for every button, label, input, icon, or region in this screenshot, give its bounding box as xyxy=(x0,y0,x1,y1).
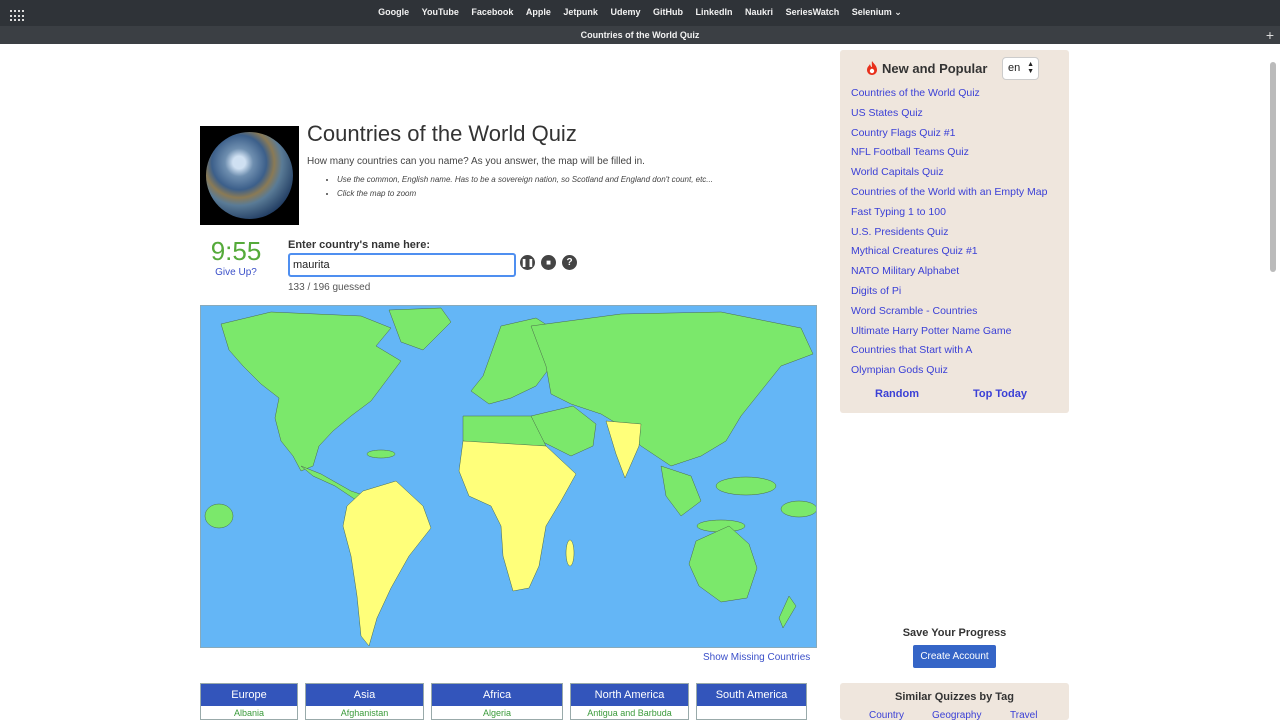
country-answer-input[interactable] xyxy=(288,253,516,277)
quiz-link[interactable]: Ultimate Harry Potter Name Game xyxy=(851,325,1047,345)
continent-name: Asia xyxy=(306,684,423,706)
quiz-link[interactable]: NFL Football Teams Quiz xyxy=(851,146,1047,166)
central-america-region xyxy=(300,465,367,503)
page-scrollbar[interactable] xyxy=(1270,62,1276,272)
bookmark-jetpunk[interactable]: Jetpunk xyxy=(563,7,598,17)
tag-link-geography[interactable]: Geography xyxy=(932,710,981,721)
southeast-asia-region xyxy=(660,465,702,517)
country-item: Albania xyxy=(233,708,265,718)
pause-icon[interactable]: ❚❚ xyxy=(520,255,535,270)
guess-counter: 133 / 196 guessed xyxy=(288,282,371,293)
language-select[interactable]: en ▲ ▼ xyxy=(1002,57,1039,80)
stop-icon[interactable]: ■ xyxy=(541,255,556,270)
page-title: Countries of the World Quiz xyxy=(307,121,577,146)
quiz-description: How many countries can you name? As you … xyxy=(307,156,645,167)
bookmark-facebook[interactable]: Facebook xyxy=(471,7,513,17)
input-label: Enter country's name here: xyxy=(288,239,430,251)
africa-region xyxy=(458,440,577,592)
give-up-link[interactable]: Give Up? xyxy=(205,267,267,278)
pacific-island-region xyxy=(204,503,234,529)
continent-name: South America xyxy=(697,684,806,706)
quiz-link[interactable]: U.S. Presidents Quiz xyxy=(851,226,1047,246)
continent-tab-africa[interactable]: Africa Algeria xyxy=(431,683,563,720)
quiz-notes: Use the common, English name. Has to be … xyxy=(337,175,713,203)
bookmarks-bar: Google YouTube Facebook Apple Jetpunk Ud… xyxy=(0,7,1280,18)
quiz-link[interactable]: Fast Typing 1 to 100 xyxy=(851,206,1047,226)
save-progress-heading: Save Your Progress xyxy=(902,627,1007,639)
continent-name: North America xyxy=(571,684,688,706)
north-america-region xyxy=(220,311,402,472)
sidebar-title: New and Popular xyxy=(882,61,988,76)
show-missing-countries-link[interactable]: Show Missing Countries xyxy=(703,652,810,663)
continent-tab-north-america[interactable]: North America Antigua and Barbuda xyxy=(570,683,689,720)
tag-link-travel[interactable]: Travel xyxy=(1010,710,1037,721)
quiz-link[interactable]: World Capitals Quiz xyxy=(851,166,1047,186)
note-item: Use the common, English name. Has to be … xyxy=(337,175,713,184)
caribbean-region xyxy=(366,449,396,459)
note-item: Click the map to zoom xyxy=(337,189,713,198)
bookmark-youtube[interactable]: YouTube xyxy=(422,7,459,17)
quiz-link[interactable]: Countries of the World Quiz xyxy=(851,87,1047,107)
continent-tab-europe[interactable]: Europe Albania xyxy=(200,683,298,720)
browser-toolbar: Google YouTube Facebook Apple Jetpunk Ud… xyxy=(0,0,1280,44)
bookmark-google[interactable]: Google xyxy=(378,7,409,17)
countdown-timer: 9:55 xyxy=(210,236,262,266)
new-tab-plus-icon[interactable]: + xyxy=(1266,28,1274,42)
continent-tab-asia[interactable]: Asia Afghanistan xyxy=(305,683,424,720)
india-region xyxy=(605,420,642,479)
quiz-link[interactable]: Olympian Gods Quiz xyxy=(851,364,1047,384)
bookmark-serieswatch[interactable]: SeriesWatch xyxy=(786,7,840,17)
continent-name: Africa xyxy=(432,684,562,706)
earth-image xyxy=(200,126,299,225)
similar-quizzes-heading: Similar Quizzes by Tag xyxy=(895,691,1014,703)
bookmark-github[interactable]: GitHub xyxy=(653,7,683,17)
tab-title[interactable]: Countries of the World Quiz xyxy=(0,26,1280,44)
south-america-region xyxy=(342,480,432,647)
world-map[interactable] xyxy=(200,305,817,648)
australia-region xyxy=(688,525,758,603)
madagascar-region xyxy=(565,539,575,567)
quiz-link[interactable]: US States Quiz xyxy=(851,107,1047,127)
help-icon[interactable]: ? xyxy=(562,255,577,270)
quiz-link[interactable]: Country Flags Quiz #1 xyxy=(851,127,1047,147)
continent-name: Europe xyxy=(201,684,297,706)
quiz-link[interactable]: NATO Military Alphabet xyxy=(851,265,1047,285)
country-item: Antigua and Barbuda xyxy=(587,708,672,718)
bookmark-naukri[interactable]: Naukri xyxy=(745,7,773,17)
create-account-button[interactable]: Create Account xyxy=(913,645,996,668)
quiz-link[interactable]: Mythical Creatures Quiz #1 xyxy=(851,245,1047,265)
bookmark-linkedin[interactable]: LinkedIn xyxy=(696,7,733,17)
country-item: Afghanistan xyxy=(340,708,389,718)
bookmark-selenium-folder[interactable]: Selenium ⌄ xyxy=(852,7,902,18)
quiz-link[interactable]: Digits of Pi xyxy=(851,285,1047,305)
tag-link-country[interactable]: Country xyxy=(869,710,904,721)
country-item: Algeria xyxy=(482,708,511,718)
random-quiz-link[interactable]: Random xyxy=(875,388,919,400)
popular-quiz-list: Countries of the World Quiz US States Qu… xyxy=(851,87,1047,384)
new-zealand-region xyxy=(778,595,797,629)
quiz-link[interactable]: Countries of the World with an Empty Map xyxy=(851,186,1047,206)
quiz-link[interactable]: Countries that Start with A xyxy=(851,344,1047,364)
quiz-link[interactable]: Word Scramble - Countries xyxy=(851,305,1047,325)
fire-icon xyxy=(867,61,877,75)
top-today-link[interactable]: Top Today xyxy=(973,388,1027,400)
select-arrows-icon: ▲ ▼ xyxy=(1027,61,1034,75)
bookmark-udemy[interactable]: Udemy xyxy=(610,7,640,17)
greenland-region xyxy=(388,307,452,351)
continent-tab-south-america[interactable]: South America xyxy=(696,683,807,720)
indonesia-region xyxy=(715,476,777,496)
similar-quizzes-panel: Similar Quizzes by Tag Country Geography… xyxy=(840,683,1069,721)
language-value: en xyxy=(1008,62,1021,74)
bookmark-apple[interactable]: Apple xyxy=(526,7,551,17)
